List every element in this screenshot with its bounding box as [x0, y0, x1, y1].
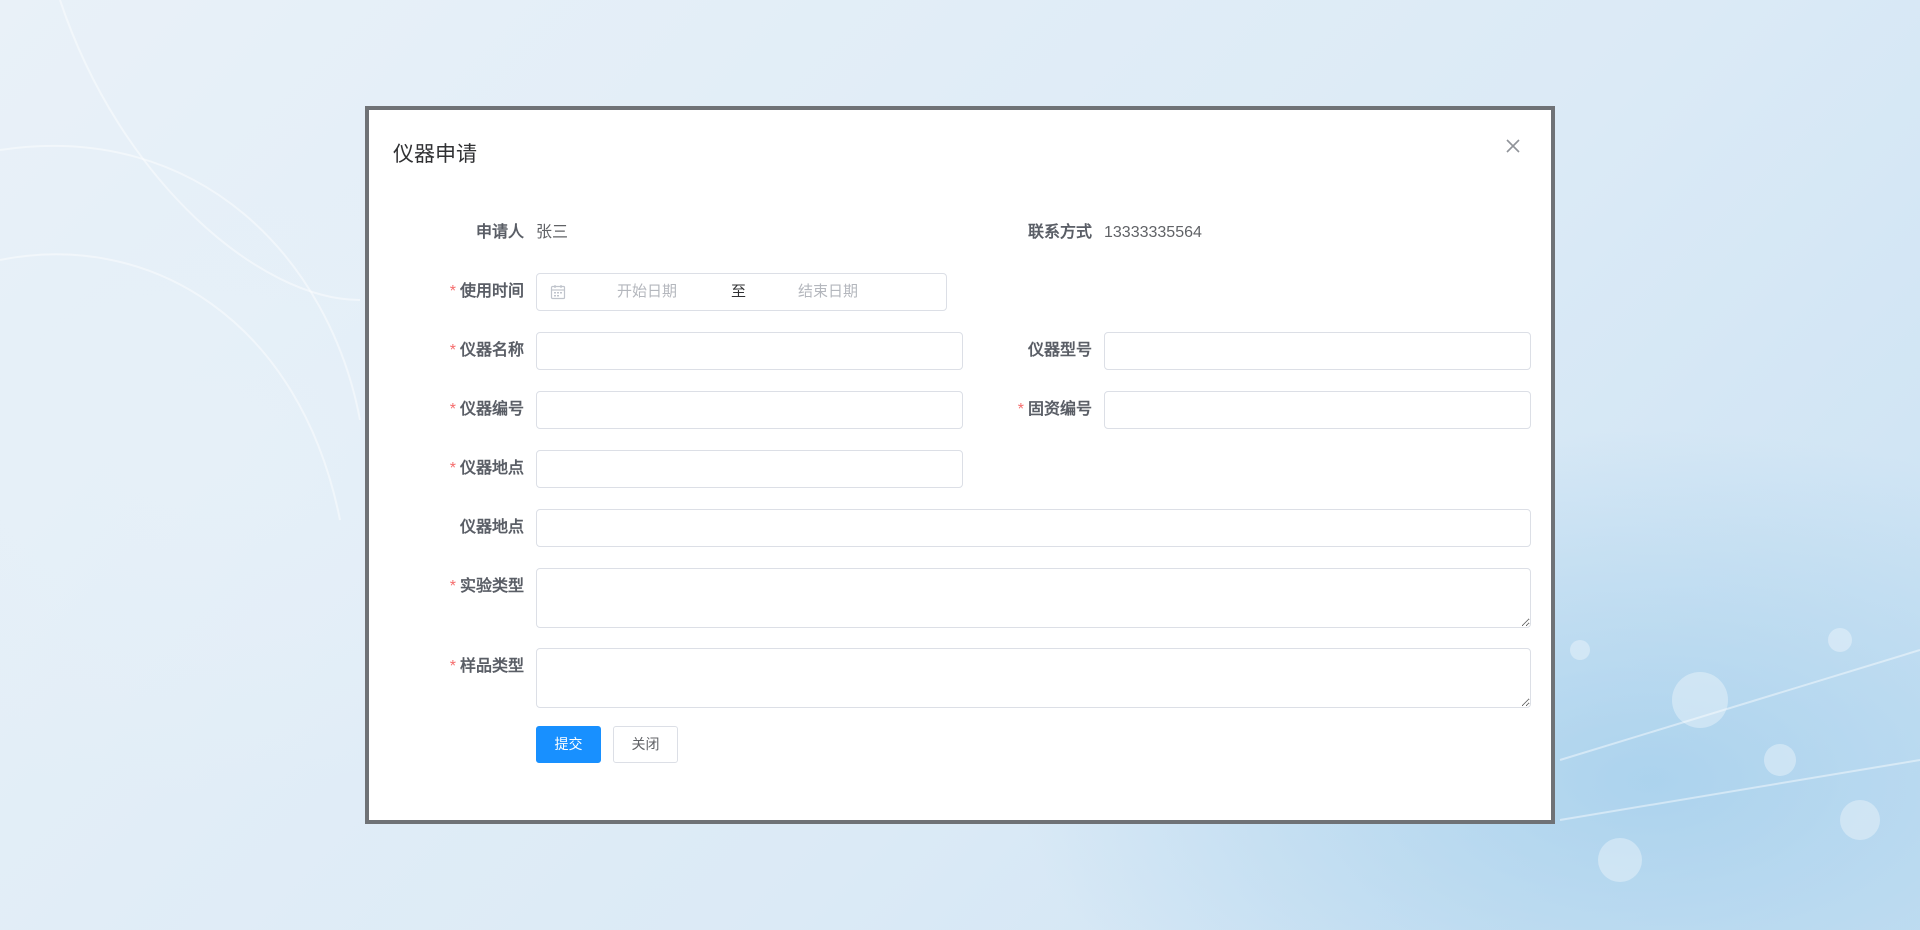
required-star: *: [449, 460, 456, 477]
sample-type-label: * 样品类型: [449, 658, 524, 675]
row-instrument-location: * 仪器地点: [369, 450, 1549, 488]
required-star: *: [449, 342, 456, 359]
close-button[interactable]: 关闭: [613, 726, 678, 763]
end-date-input[interactable]: 结束日期: [798, 274, 858, 310]
asset-number-input[interactable]: [1104, 391, 1531, 429]
required-star: *: [449, 578, 456, 595]
required-star: *: [449, 401, 456, 418]
required-star: *: [449, 658, 456, 675]
start-date-input[interactable]: 开始日期: [617, 274, 677, 310]
experiment-type-textarea[interactable]: [536, 568, 1531, 628]
asset-number-label: * 固资编号: [1017, 401, 1092, 418]
row-instrument-location-2: 仪器地点: [369, 509, 1549, 547]
instrument-application-dialog: 仪器申请 申请人 张三 联系方式 13333335564 * 使用时间 开始日期…: [369, 110, 1551, 820]
dialog-frame: 仪器申请 申请人 张三 联系方式 13333335564 * 使用时间 开始日期…: [365, 106, 1555, 824]
required-star: *: [1017, 401, 1024, 418]
date-range-picker[interactable]: 开始日期 至 结束日期: [536, 273, 947, 311]
instrument-model-label: 仪器型号: [1027, 342, 1092, 359]
dialog-title: 仪器申请: [393, 143, 477, 166]
instrument-name-label: * 仪器名称: [449, 342, 524, 359]
row-sample-type: * 样品类型: [369, 648, 1549, 708]
applicant-label: 申请人: [475, 224, 524, 241]
instrument-number-input[interactable]: [536, 391, 963, 429]
sample-type-textarea[interactable]: [536, 648, 1531, 708]
instrument-model-input[interactable]: [1104, 332, 1531, 370]
experiment-type-label: * 实验类型: [449, 578, 524, 595]
row-applicant: 申请人 张三 联系方式 13333335564: [369, 214, 1549, 252]
instrument-location-2-label: 仪器地点: [459, 519, 524, 536]
instrument-name-input[interactable]: [536, 332, 963, 370]
contact-value: 13333335564: [1104, 224, 1202, 241]
row-instrument-number: * 仪器编号 * 固资编号: [369, 391, 1549, 429]
instrument-location-label: * 仪器地点: [449, 460, 524, 477]
close-icon[interactable]: [1503, 136, 1523, 156]
required-star: *: [449, 283, 456, 300]
applicant-value: 张三: [536, 224, 569, 241]
row-instrument-name: * 仪器名称 仪器型号: [369, 332, 1549, 370]
contact-label: 联系方式: [1027, 224, 1092, 241]
calendar-icon: [550, 285, 566, 300]
submit-button[interactable]: 提交: [536, 726, 601, 763]
instrument-location-input[interactable]: [536, 450, 963, 488]
date-range-separator: 至: [731, 283, 747, 300]
instrument-location-2-input[interactable]: [536, 509, 1531, 547]
instrument-number-label: * 仪器编号: [449, 401, 524, 418]
usage-time-label: * 使用时间: [449, 283, 524, 300]
row-experiment-type: * 实验类型: [369, 568, 1549, 628]
row-usage-time: * 使用时间 开始日期 至 结束日期: [369, 273, 1549, 311]
